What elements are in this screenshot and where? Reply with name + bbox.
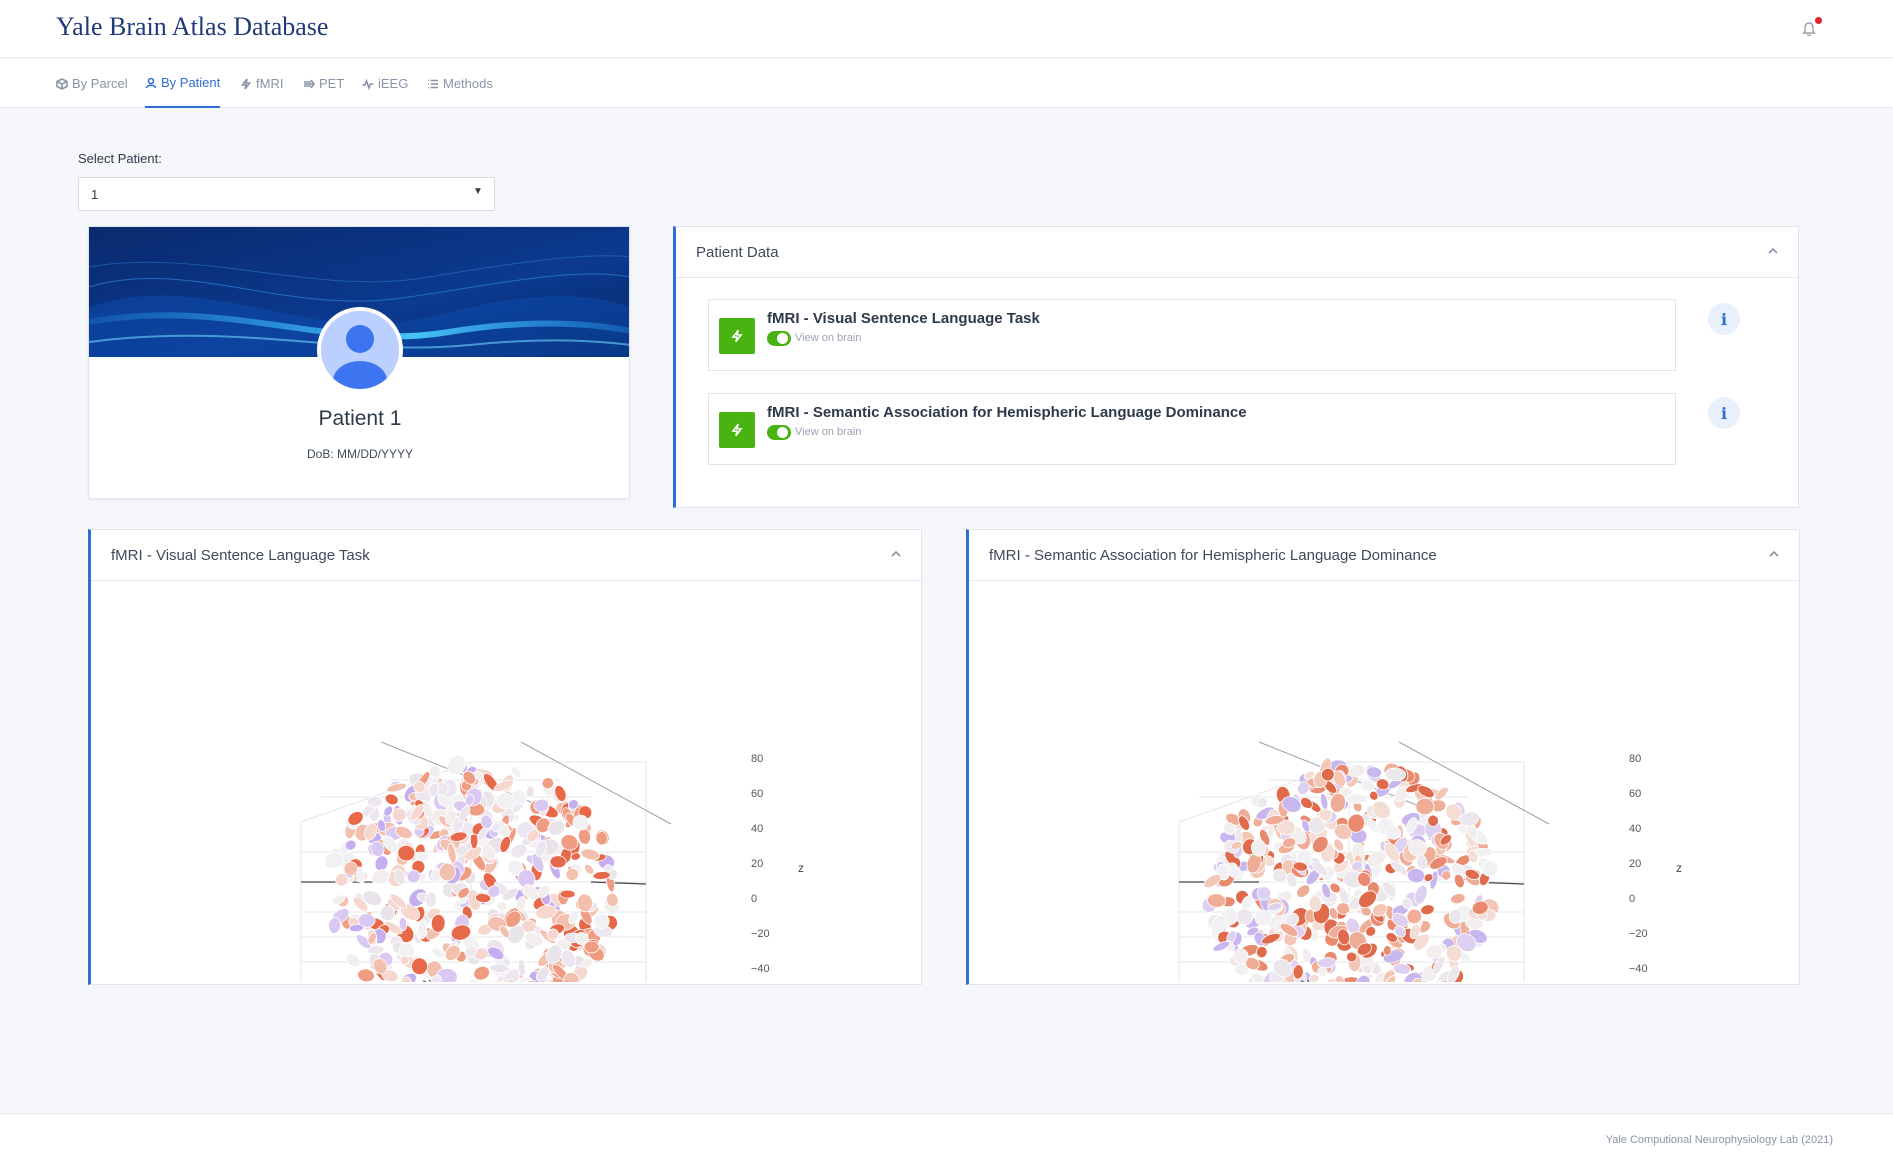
item-title: fMRI - Visual Sentence Language Task	[767, 310, 1040, 327]
z-axis-label: z	[1676, 861, 1682, 875]
tab-ieeg[interactable]: iEEG	[362, 59, 408, 108]
data-item[interactable]: fMRI - Semantic Association for Hemisphe…	[708, 393, 1676, 465]
brain-3d-plot[interactable]: 806040200−20−40z604020x50050y	[969, 582, 1800, 982]
view-on-brain-toggle[interactable]	[767, 425, 791, 440]
z-tick-label: −40	[751, 963, 770, 975]
pet-icon	[304, 79, 315, 88]
info-button[interactable]: i	[1708, 303, 1740, 335]
z-tick-label: −20	[1629, 928, 1648, 940]
z-tick-label: −20	[751, 928, 770, 940]
app-title[interactable]: Yale Brain Atlas Database	[56, 12, 328, 42]
z-axis-label: z	[798, 861, 804, 875]
bolt-icon	[719, 318, 755, 354]
top-header: Yale Brain Atlas Database	[0, 0, 1893, 58]
tab-fmri[interactable]: fMRI	[240, 59, 283, 108]
tab-label: By Patient	[161, 75, 221, 90]
avatar	[317, 307, 403, 393]
panel-title: fMRI - Semantic Association for Hemisphe…	[969, 530, 1799, 581]
patient-dob: DoB: MM/DD/YYYY	[306, 447, 414, 461]
toggle-label: View on brain	[795, 332, 862, 344]
nav-tabs: By Parcel By Patient fMRI PET iEEG Metho…	[0, 59, 1893, 108]
z-tick-label: 20	[1629, 858, 1641, 870]
info-icon: i	[1720, 309, 1728, 329]
x-tick-label: 20	[420, 978, 434, 982]
collapse-button[interactable]	[1767, 547, 1781, 561]
z-tick-label: 40	[1629, 823, 1641, 835]
user-icon	[145, 77, 157, 88]
info-icon: i	[1720, 403, 1728, 423]
z-tick-label: 60	[751, 788, 763, 800]
footer-text: Yale Computional Neurophysiology Lab (20…	[1605, 1134, 1833, 1146]
z-tick-label: 0	[1629, 893, 1635, 905]
z-tick-label: 80	[751, 753, 763, 765]
chevron-up-icon	[1769, 550, 1779, 557]
select-patient-label: Select Patient:	[78, 151, 162, 166]
bolt-icon	[719, 412, 755, 448]
patient-select[interactable]: 1	[78, 177, 495, 211]
patient-data-panel: Patient Data fMRI - Visual Sentence Lang…	[673, 226, 1799, 508]
z-tick-label: −40	[1629, 963, 1648, 975]
footer: Yale Computional Neurophysiology Lab (20…	[0, 1113, 1893, 1165]
chevron-up-icon	[891, 550, 901, 557]
z-tick-label: 80	[1629, 753, 1641, 765]
tab-by-parcel[interactable]: By Parcel	[56, 59, 128, 108]
z-tick-label: 20	[751, 858, 763, 870]
cube-icon	[56, 77, 68, 90]
patient-card: Patient 1 DoB: MM/DD/YYYY	[88, 226, 630, 499]
tab-methods[interactable]: Methods	[427, 59, 493, 108]
chevron-up-icon	[1768, 247, 1778, 254]
plot-panel-visual-sentence: fMRI - Visual Sentence Language Task 80 6…	[88, 529, 922, 985]
notification-badge	[1815, 17, 1822, 24]
item-title: fMRI - Semantic Association for Hemisphe…	[767, 404, 1247, 421]
patient-name: Patient 1	[318, 407, 402, 430]
toggle-label: View on brain	[795, 426, 862, 438]
tab-label: By Parcel	[72, 76, 128, 91]
view-on-brain-toggle[interactable]	[767, 331, 791, 346]
z-tick-label: 60	[1629, 788, 1641, 800]
panel-title: Patient Data	[676, 227, 1798, 278]
collapse-button[interactable]	[889, 547, 903, 561]
plot-panel-semantic-association: fMRI - Semantic Association for Hemisphe…	[966, 529, 1800, 985]
tab-label: fMRI	[256, 76, 284, 91]
chevron-down-icon[interactable]: ▼	[473, 186, 483, 197]
z-tick-label: 40	[751, 823, 763, 835]
brain-3d-plot[interactable]: 806040200−20−40z604020x50050y	[91, 582, 922, 982]
bolt-icon	[240, 78, 252, 89]
collapse-button[interactable]	[1766, 244, 1780, 258]
tab-label: iEEG	[378, 76, 409, 91]
tab-label: Methods	[443, 76, 493, 91]
info-button[interactable]: i	[1708, 397, 1740, 429]
tab-label: PET	[319, 76, 345, 91]
user-avatar-icon	[321, 311, 399, 389]
panel-title: fMRI - Visual Sentence Language Task	[91, 530, 921, 581]
z-tick-label: 0	[751, 893, 757, 905]
tab-pet[interactable]: PET	[303, 59, 344, 108]
tab-by-patient[interactable]: By Patient	[145, 59, 221, 108]
list-icon	[428, 79, 438, 88]
pulse-icon	[362, 78, 374, 90]
data-item[interactable]: fMRI - Visual Sentence Language Task Vie…	[708, 299, 1676, 371]
